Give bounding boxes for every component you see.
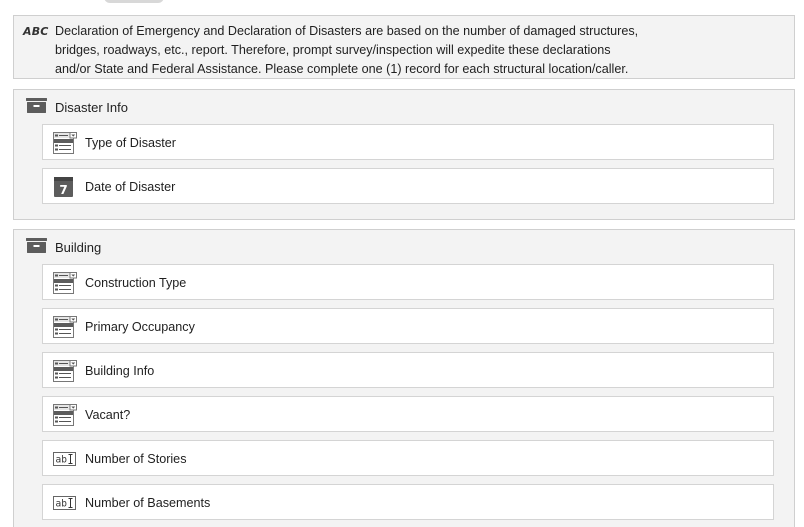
abc-text-icon: ABC	[23, 25, 49, 38]
field-label: Primary Occupancy	[85, 320, 195, 334]
field-label: Construction Type	[85, 276, 187, 290]
instructions-line-2: bridges, roadways, etc., report. Therefo…	[55, 43, 611, 57]
cropped-previous-element	[0, 0, 804, 6]
dropdown-field-icon	[53, 404, 77, 426]
field-construction-type[interactable]: Construction Type	[42, 264, 774, 300]
field-label: Number of Stories	[85, 452, 187, 466]
field-label: Building Info	[85, 364, 155, 378]
section-header[interactable]: Building	[14, 230, 794, 266]
section-box-icon	[26, 98, 47, 113]
cropped-glyph	[104, 0, 164, 3]
field-label: Type of Disaster	[85, 136, 176, 150]
section-title: Building	[55, 240, 102, 255]
dropdown-field-icon	[53, 132, 77, 154]
section-header[interactable]: Disaster Info	[14, 90, 794, 126]
section-building[interactable]: Building Construction Type Primary Occup…	[13, 229, 795, 527]
instructions-line-3: and/or State and Federal Assistance. Ple…	[55, 62, 629, 76]
instructions-text-block[interactable]: ABC Declaration of Emergency and Declara…	[13, 15, 795, 79]
calendar-day-number: 7	[59, 183, 67, 197]
calendar-icon: 7	[54, 177, 73, 197]
field-number-of-basements[interactable]: ab Number of Basements	[42, 484, 774, 520]
section-box-icon	[26, 238, 47, 253]
field-number-of-stories[interactable]: ab Number of Stories	[42, 440, 774, 476]
text-field-icon-label: ab	[56, 455, 68, 466]
instructions-line-1: Declaration of Emergency and Declaration…	[55, 24, 639, 38]
field-label: Vacant?	[85, 408, 131, 422]
text-field-icon: ab	[53, 452, 76, 466]
field-label: Date of Disaster	[85, 180, 176, 194]
section-title: Disaster Info	[55, 100, 128, 115]
dropdown-field-icon	[53, 272, 77, 294]
text-field-icon: ab	[53, 496, 76, 510]
field-date-of-disaster[interactable]: 7 Date of Disaster	[42, 168, 774, 204]
field-building-info[interactable]: Building Info	[42, 352, 774, 388]
dropdown-field-icon	[53, 360, 77, 382]
section-disaster-info[interactable]: Disaster Info Type of Disaster 7 Date of…	[13, 89, 795, 220]
field-primary-occupancy[interactable]: Primary Occupancy	[42, 308, 774, 344]
form-designer-canvas: ABC Declaration of Emergency and Declara…	[0, 0, 804, 527]
text-field-icon-label: ab	[56, 499, 68, 510]
dropdown-field-icon	[53, 316, 77, 338]
field-vacant[interactable]: Vacant?	[42, 396, 774, 432]
field-type-of-disaster[interactable]: Type of Disaster	[42, 124, 774, 160]
field-label: Number of Basements	[85, 496, 211, 510]
